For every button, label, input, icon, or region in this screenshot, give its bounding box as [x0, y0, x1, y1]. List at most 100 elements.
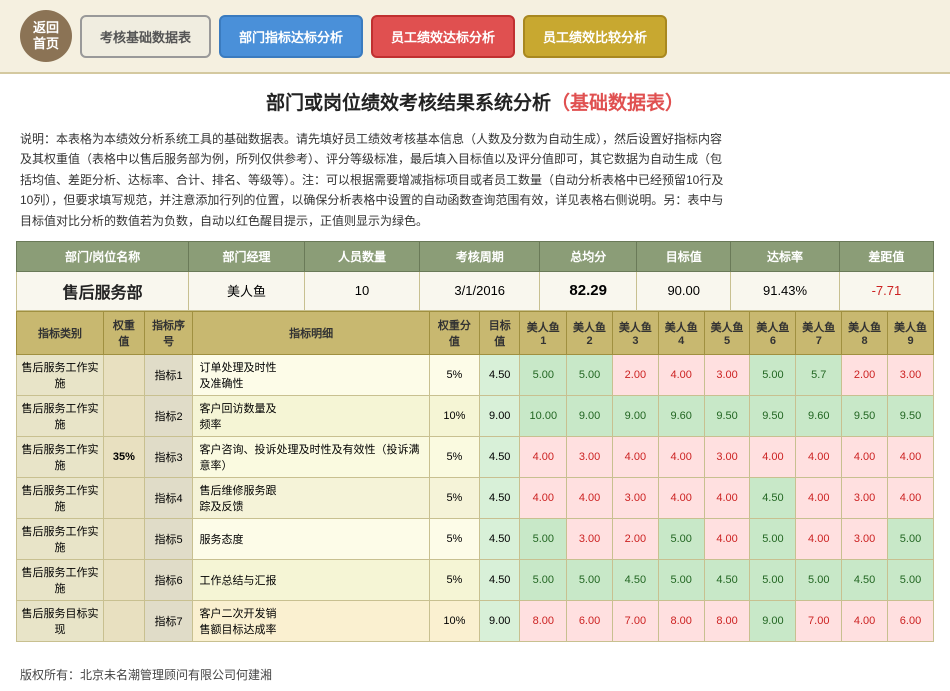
row-index: 指标7	[144, 600, 193, 641]
table-row: 售后服务工作实施指标4售后维修服务跟 踪及反馈5%4.504.004.003.0…	[17, 477, 934, 518]
row-category: 售后服务工作实施	[17, 436, 104, 477]
row-score: 9.00	[612, 395, 658, 436]
row-score: 4.50	[704, 559, 750, 600]
row-score: 5.00	[567, 354, 613, 395]
row-target: 9.00	[479, 395, 520, 436]
row-score: 4.00	[796, 477, 842, 518]
row-score: 9.60	[796, 395, 842, 436]
footer: 版权所有：北京未名潮管理顾问有限公司何建湘	[0, 652, 950, 691]
summary-table: 部门/岗位名称 部门经理 人员数量 考核周期 总均分 目标值 达标率 差距值 售…	[16, 241, 934, 311]
row-score: 2.00	[612, 354, 658, 395]
dh-target: 目标值	[479, 311, 520, 354]
row-target: 4.50	[479, 354, 520, 395]
row-score: 9.50	[704, 395, 750, 436]
col-manager: 部门经理	[189, 241, 304, 271]
row-score: 5.00	[796, 559, 842, 600]
page-title-area: 部门或岗位绩效考核结果系统分析（基础数据表）	[0, 74, 950, 123]
home-button[interactable]: 返回 首页	[20, 10, 72, 62]
dh-detail: 指标明细	[193, 311, 429, 354]
row-score: 5.00	[750, 559, 796, 600]
row-index: 指标6	[144, 559, 193, 600]
row-category: 售后服务工作实施	[17, 518, 104, 559]
table-row: 售后服务工作实施指标2客户回访数量及 频率10%9.0010.009.009.0…	[17, 395, 934, 436]
row-category: 售后服务工作实施	[17, 559, 104, 600]
summary-gap: -7.71	[839, 271, 933, 310]
row-score: 4.00	[520, 477, 567, 518]
row-score: 5.00	[658, 559, 704, 600]
row-detail: 客户咨询、投诉处理及时性及有效性（投诉满意率）	[193, 436, 429, 477]
nav-btn-3[interactable]: 员工绩效达标分析	[371, 15, 515, 58]
row-weight-val: 5%	[429, 559, 479, 600]
row-score: 4.00	[842, 436, 888, 477]
row-weight-val: 5%	[429, 518, 479, 559]
row-score: 5.00	[520, 354, 567, 395]
dh-e8: 美人鱼8	[842, 311, 888, 354]
summary-manager: 美人鱼	[189, 271, 304, 310]
dh-idx: 指标序号	[144, 311, 193, 354]
col-rate: 达标率	[731, 241, 840, 271]
table-row: 售后服务工作实施35%指标3客户咨询、投诉处理及时性及有效性（投诉满意率）5%4…	[17, 436, 934, 477]
summary-target: 90.00	[637, 271, 731, 310]
row-target: 9.00	[479, 600, 520, 641]
row-weight-val: 5%	[429, 436, 479, 477]
row-score: 3.00	[612, 477, 658, 518]
col-count: 人员数量	[304, 241, 419, 271]
row-weight	[104, 518, 145, 559]
row-score: 3.00	[567, 436, 613, 477]
dh-e6: 美人鱼6	[750, 311, 796, 354]
row-index: 指标5	[144, 518, 193, 559]
dh-category: 指标类别	[17, 311, 104, 354]
row-detail: 售后维修服务跟 踪及反馈	[193, 477, 429, 518]
table-row: 售后服务工作实施指标5服务态度5%4.505.003.002.005.004.0…	[17, 518, 934, 559]
nav-btn-2[interactable]: 部门指标达标分析	[219, 15, 363, 58]
row-score: 4.00	[796, 436, 842, 477]
col-target: 目标值	[637, 241, 731, 271]
row-score: 8.00	[658, 600, 704, 641]
row-category: 售后服务工作实施	[17, 477, 104, 518]
dh-weight: 权重值	[104, 311, 145, 354]
row-target: 4.50	[479, 436, 520, 477]
summary-dept: 售后服务部	[17, 271, 189, 310]
row-weight: 35%	[104, 436, 145, 477]
row-score: 5.00	[888, 559, 934, 600]
row-score: 4.00	[567, 477, 613, 518]
row-detail: 工作总结与汇报	[193, 559, 429, 600]
row-score: 4.00	[704, 518, 750, 559]
row-target: 4.50	[479, 559, 520, 600]
row-weight-val: 10%	[429, 395, 479, 436]
row-index: 指标4	[144, 477, 193, 518]
row-score: 7.00	[796, 600, 842, 641]
row-score: 3.00	[567, 518, 613, 559]
row-score: 4.00	[842, 600, 888, 641]
row-score: 4.00	[658, 477, 704, 518]
nav-btn-4[interactable]: 员工绩效比较分析	[523, 15, 667, 58]
row-target: 4.50	[479, 518, 520, 559]
row-score: 6.00	[888, 600, 934, 641]
row-weight-val: 5%	[429, 354, 479, 395]
row-index: 指标3	[144, 436, 193, 477]
col-avg: 总均分	[540, 241, 637, 271]
row-score: 5.00	[567, 559, 613, 600]
row-index: 指标2	[144, 395, 193, 436]
row-score: 4.00	[520, 436, 567, 477]
row-weight-val: 5%	[429, 477, 479, 518]
row-weight	[104, 559, 145, 600]
row-index: 指标1	[144, 354, 193, 395]
row-score: 9.60	[658, 395, 704, 436]
row-score: 9.50	[888, 395, 934, 436]
row-score: 4.00	[796, 518, 842, 559]
row-score: 2.00	[842, 354, 888, 395]
row-score: 5.00	[520, 518, 567, 559]
row-score: 4.00	[750, 436, 796, 477]
row-score: 5.00	[750, 354, 796, 395]
row-category: 售后服务目标实现	[17, 600, 104, 641]
description: 说明：本表格为本绩效分析系统工具的基础数据表。请先填好员工绩效考核基本信息（人数…	[0, 123, 950, 241]
table-row: 售后服务目标实现指标7客户二次开发销 售额目标达成率10%9.008.006.0…	[17, 600, 934, 641]
table-row: 售后服务工作实施指标6工作总结与汇报5%4.505.005.004.505.00…	[17, 559, 934, 600]
row-score: 4.00	[888, 477, 934, 518]
dh-e7: 美人鱼7	[796, 311, 842, 354]
row-score: 4.50	[612, 559, 658, 600]
nav-btn-1[interactable]: 考核基础数据表	[80, 15, 211, 58]
row-score: 4.00	[612, 436, 658, 477]
row-target: 4.50	[479, 477, 520, 518]
